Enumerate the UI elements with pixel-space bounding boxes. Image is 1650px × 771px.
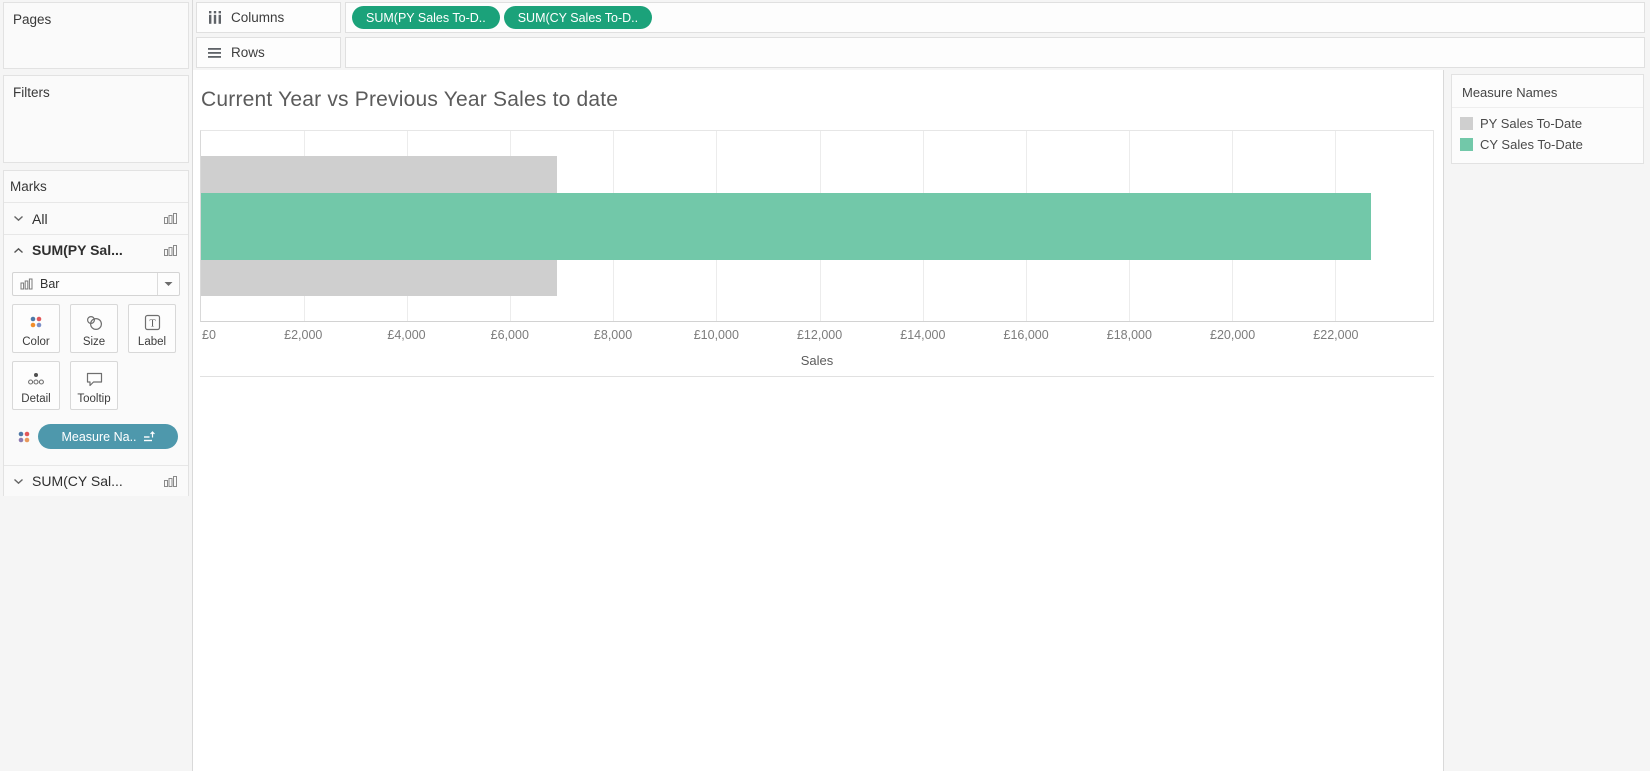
columns-shelf[interactable]: SUM(PY Sales To-D.. SUM(CY Sales To-D.. [345,2,1645,33]
sheet-title[interactable]: Current Year vs Previous Year Sales to d… [201,88,618,112]
chevron-up-icon[interactable] [12,247,24,254]
rows-label-text: Rows [231,45,265,60]
marks-card-py-label: SUM(PY Sal... [32,242,123,258]
mark-type-dropdown[interactable]: Bar [12,272,180,296]
rows-icon [208,47,222,59]
legend-label-py: PY Sales To-Date [1480,116,1583,131]
marks-buttons: Color Size T Label Detail Tooltip [4,296,190,412]
label-button-label: Label [137,336,167,348]
mark-type-value: Bar [40,277,60,291]
marks-card-cy-label: SUM(CY Sal... [32,473,123,489]
shelf-area: Columns SUM(PY Sales To-D.. SUM(CY Sales… [193,0,1650,70]
bar-chart-mini-icon [163,475,178,488]
tooltip-button[interactable]: Tooltip [70,361,118,410]
detail-button-label: Detail [21,393,51,405]
x-tick-label: £16,000 [1003,328,1049,342]
x-tick-label: £20,000 [1210,328,1256,342]
legend-swatch-py [1460,117,1473,130]
size-button[interactable]: Size [70,304,118,353]
legend-swatch-cy [1460,138,1473,151]
marks-card-all-label: All [32,210,48,227]
tooltip-bubble-icon [85,369,104,389]
label-button[interactable]: T Label [128,304,176,353]
x-tick-label: £10,000 [693,328,739,342]
x-tick-label: £22,000 [1313,328,1359,342]
x-tick-label: £4,000 [387,328,426,342]
legend-label-cy: CY Sales To-Date [1480,137,1583,152]
sort-icon [143,431,155,442]
rows-shelf-label: Rows [196,37,341,68]
measure-names-pill[interactable]: Measure Na.. [38,424,178,449]
size-circles-icon [85,312,104,332]
marks-header: Marks [4,171,188,203]
x-tick-label: £6,000 [490,328,529,342]
dropdown-caret-icon[interactable] [157,273,179,295]
marks-panel: Marks All SUM(PY Sal... Bar Color Size T… [3,170,189,496]
color-dots-icon [16,429,32,445]
legend-title: Measure Names [1452,75,1643,108]
legend-item-py[interactable]: PY Sales To-Date [1452,113,1643,134]
pill-sum-py-sales[interactable]: SUM(PY Sales To-D.. [352,6,500,29]
columns-shelf-label: Columns [196,2,341,33]
x-tick-label: £8,000 [593,328,633,342]
columns-label-text: Columns [231,10,285,25]
bar-chart-mini-icon [163,212,178,225]
x-tick-label: £12,000 [796,328,843,342]
chevron-down-icon[interactable] [12,478,24,485]
detail-button[interactable]: Detail [12,361,60,410]
color-button-label: Color [22,336,50,348]
x-tick-label: £18,000 [1106,328,1152,342]
size-button-label: Size [82,336,106,348]
bar-chart-mini-icon [163,244,178,257]
pages-label: Pages [13,12,52,27]
legend-item-cy[interactable]: CY Sales To-Date [1452,134,1643,155]
x-axis-title: Sales [800,353,834,368]
chart-pane[interactable] [200,130,1434,322]
filters-label: Filters [13,85,50,100]
x-tick-label: £14,000 [900,328,946,342]
measure-names-pill-row: Measure Na.. [4,412,188,465]
measure-names-pill-label: Measure Na.. [61,429,137,444]
pages-shelf[interactable]: Pages [3,2,189,69]
filters-shelf[interactable]: Filters [3,75,189,163]
marks-card-py-sales[interactable]: SUM(PY Sal... [4,234,188,265]
x-tick-label: £2,000 [284,328,323,342]
view-bottom-divider [200,376,1434,377]
sidebar: Pages Filters Marks All SUM(PY Sal... Ba… [0,0,193,771]
x-tick-label: £0 [202,328,216,342]
color-button[interactable]: Color [12,304,60,353]
measure-names-legend[interactable]: Measure Names PY Sales To-Date CY Sales … [1451,74,1644,164]
color-dots-icon [28,312,44,332]
marks-card-all[interactable]: All [4,203,188,234]
x-axis-tick-row: £0 £2,000 £4,000 £6,000 £8,000 £10,000 £12,000… [200,328,1434,344]
svg-text:T: T [149,318,155,329]
bar-cy-sales-to-date[interactable] [201,192,1372,260]
rows-shelf[interactable] [345,37,1645,68]
chevron-down-icon[interactable] [12,215,24,222]
label-t-icon: T [144,312,161,332]
tooltip-button-label: Tooltip [77,393,111,405]
legend-panel: Measure Names PY Sales To-Date CY Sales … [1443,70,1650,771]
detail-dots-icon [27,369,45,389]
columns-icon [208,11,222,24]
bar-chart-mini-icon [20,278,34,290]
marks-card-cy-sales[interactable]: SUM(CY Sal... [4,465,188,496]
worksheet-view: Current Year vs Previous Year Sales to d… [193,70,1443,771]
pill-sum-cy-sales[interactable]: SUM(CY Sales To-D.. [503,6,653,29]
